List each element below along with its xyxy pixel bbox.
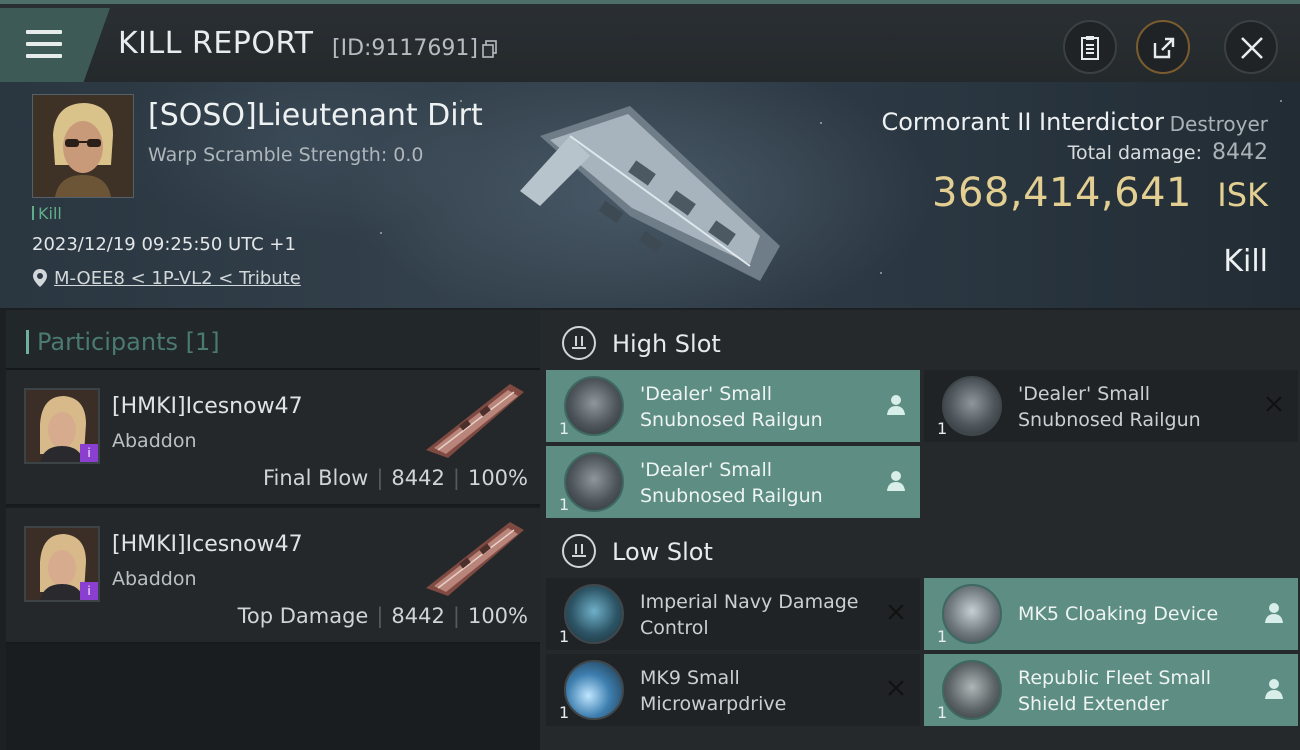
high-slot-header: High Slot xyxy=(540,314,1300,370)
low-slot-icon xyxy=(562,534,596,568)
participant-role: Final Blow xyxy=(263,466,369,490)
participant-ship: Abaddon xyxy=(112,430,197,452)
fitting-panel: High Slot 1 'Dealer' Small Snubnosed Rai… xyxy=(540,310,1300,750)
share-button[interactable] xyxy=(1136,20,1190,74)
cloaking-device-icon xyxy=(942,584,1002,644)
damage-control-icon xyxy=(564,584,624,644)
next-slot-header-partial xyxy=(540,734,1300,750)
participant-avatar[interactable]: i xyxy=(24,526,100,602)
module-name: Republic Fleet Small Shield Extender xyxy=(1018,667,1212,715)
module-item[interactable]: 1 'Dealer' Small Snubnosed Railgun xyxy=(546,446,920,518)
participant-ship-icon xyxy=(426,384,524,458)
railgun-icon xyxy=(564,376,624,436)
kill-tag: Kill xyxy=(32,204,62,223)
module-quantity: 1 xyxy=(937,627,948,646)
ship-render xyxy=(520,106,780,281)
railgun-icon xyxy=(564,452,624,512)
participant-stats: Final Blow | 8442 | 100% xyxy=(263,466,528,490)
person-icon xyxy=(1265,679,1283,699)
result-label: Kill xyxy=(1223,244,1268,279)
report-id: [ID:9117691] xyxy=(332,36,478,61)
module-name: MK5 Cloaking Device xyxy=(1018,603,1219,625)
copy-icon[interactable] xyxy=(482,40,498,58)
participant-name[interactable]: [HMKI]Icesnow47 xyxy=(112,394,303,419)
module-quantity: 1 xyxy=(937,419,948,438)
x-mark-icon xyxy=(1266,396,1282,412)
top-bar: KILL REPORT [ID:9117691] xyxy=(0,0,1300,82)
clipboard-icon xyxy=(1081,36,1099,60)
location-link[interactable]: M-OEE8 < 1P-VL2 < Tribute xyxy=(54,268,301,289)
menu-button[interactable] xyxy=(0,8,110,82)
share-icon xyxy=(1153,37,1175,59)
module-item[interactable]: 1 Republic Fleet Small Shield Extender xyxy=(924,654,1298,726)
warp-scramble-strength: Warp Scramble Strength: 0.0 xyxy=(148,144,424,166)
module-quantity: 1 xyxy=(559,419,570,438)
victim-name[interactable]: [SOSO]Lieutenant Dirt xyxy=(148,98,483,133)
module-item[interactable]: 1 Imperial Navy Damage Control xyxy=(546,578,920,650)
participant-ship: Abaddon xyxy=(112,568,197,590)
x-mark-icon xyxy=(888,604,904,620)
participant-damage: 8442 xyxy=(391,466,445,490)
module-quantity: 1 xyxy=(937,703,948,722)
module-name: 'Dealer' Small Snubnosed Railgun xyxy=(1018,383,1201,431)
low-slot-title: Low Slot xyxy=(612,538,713,566)
participant-row[interactable]: i [HMKI]Icesnow47 Abaddon Top Damage | 844… xyxy=(6,508,540,644)
kill-timestamp: 2023/12/19 09:25:50 UTC +1 xyxy=(32,234,296,255)
module-item[interactable]: 1 MK5 Cloaking Device xyxy=(924,578,1298,650)
module-item[interactable]: 1 'Dealer' Small Snubnosed Railgun xyxy=(546,370,920,442)
participant-avatar[interactable]: i xyxy=(24,388,100,464)
kill-summary: [SOSO]Lieutenant Dirt Warp Scramble Stre… xyxy=(0,82,1300,308)
participant-ship-icon xyxy=(426,522,524,596)
module-item[interactable]: 1 MK9 Small Microwarpdrive xyxy=(546,654,920,726)
low-slot-header: Low Slot xyxy=(540,522,1300,578)
participant-name[interactable]: [HMKI]Icesnow47 xyxy=(112,532,303,557)
menu-icon xyxy=(26,30,62,34)
participants-panel: Participants [1] i [HMKI]Icesnow47 Abadd… xyxy=(6,310,540,750)
module-item[interactable]: 1 'Dealer' Small Snubnosed Railgun xyxy=(924,370,1298,442)
microwarpdrive-icon xyxy=(564,660,624,720)
module-name: 'Dealer' Small Snubnosed Railgun xyxy=(640,383,823,431)
participants-title: Participants [1] xyxy=(26,328,220,356)
participant-row[interactable]: i [HMKI]Icesnow47 Abaddon Final Blow | 844… xyxy=(6,370,540,506)
participant-role: Top Damage xyxy=(237,604,369,628)
close-button[interactable] xyxy=(1224,20,1278,74)
high-slot-icon xyxy=(562,326,596,360)
module-quantity: 1 xyxy=(559,703,570,722)
railgun-icon xyxy=(942,376,1002,436)
x-mark-icon xyxy=(888,680,904,696)
participants-count: [1] xyxy=(185,328,220,356)
participants-header[interactable]: Participants [1] xyxy=(6,310,540,370)
location-pin-icon xyxy=(33,269,47,287)
person-icon xyxy=(1265,603,1283,623)
participant-stats: Top Damage | 8442 | 100% xyxy=(237,604,528,628)
total-damage-label: Total damage: xyxy=(1067,142,1202,164)
page-title: KILL REPORT xyxy=(118,26,314,61)
ship-class: Destroyer xyxy=(1169,112,1268,136)
isk-unit: ISK xyxy=(1217,176,1268,214)
participant-percent: 100% xyxy=(467,466,528,490)
info-badge-icon: i xyxy=(80,582,98,600)
close-icon xyxy=(1241,37,1263,59)
participant-damage: 8442 xyxy=(391,604,445,628)
isk-value: 368,414,641 xyxy=(932,170,1192,216)
victim-avatar[interactable] xyxy=(32,94,134,198)
kill-tag-label: Kill xyxy=(38,204,62,223)
module-name: MK9 Small Microwarpdrive xyxy=(640,667,787,715)
module-name: Imperial Navy Damage Control xyxy=(640,591,859,639)
participant-percent: 100% xyxy=(467,604,528,628)
clipboard-button[interactable] xyxy=(1063,20,1117,74)
person-icon xyxy=(887,471,905,491)
shield-extender-icon xyxy=(942,660,1002,720)
total-damage-value: 8442 xyxy=(1212,140,1268,165)
high-slot-title: High Slot xyxy=(612,330,721,358)
module-name: 'Dealer' Small Snubnosed Railgun xyxy=(640,459,823,507)
person-icon xyxy=(887,395,905,415)
ship-name[interactable]: Cormorant II Interdictor xyxy=(881,108,1164,136)
module-quantity: 1 xyxy=(559,495,570,514)
info-badge-icon: i xyxy=(80,444,98,462)
module-quantity: 1 xyxy=(559,627,570,646)
